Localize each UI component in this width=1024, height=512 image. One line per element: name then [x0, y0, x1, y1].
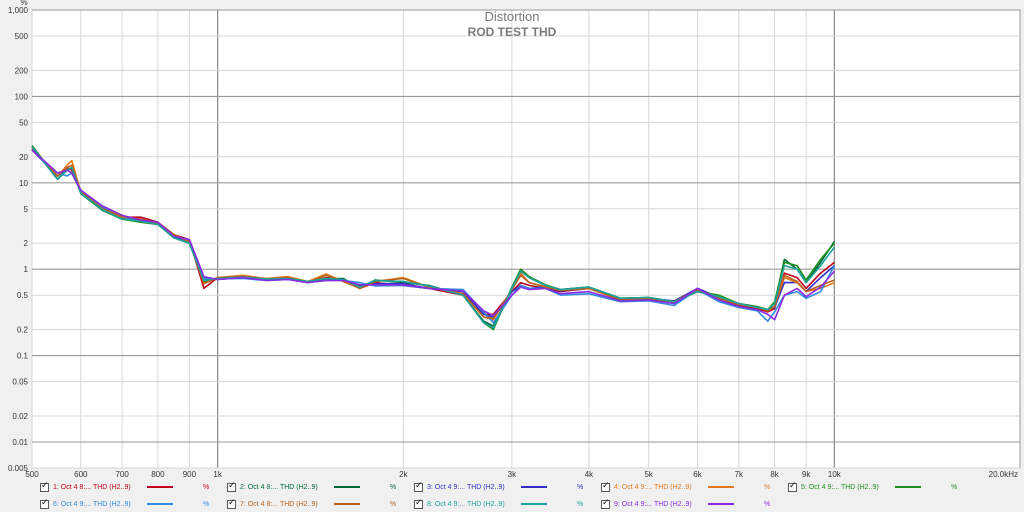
legend-item-9: 9: Oct 4 9:... THD (H2..9)%	[601, 496, 770, 512]
y-tick-label: 20	[19, 153, 28, 162]
x-tick-label: 600	[74, 470, 88, 478]
y-tick-label: 1,000	[8, 6, 29, 15]
y-tick-label: 0.05	[12, 378, 28, 387]
legend-label: 5: Oct 4 9:... THD (H2..9)	[801, 483, 879, 491]
legend-swatch	[521, 486, 547, 488]
legend-swatch	[708, 486, 734, 488]
legend-swatch	[334, 503, 360, 505]
x-tick-label: 8k	[770, 470, 779, 478]
legend-checkbox[interactable]	[414, 481, 423, 492]
legend-checkbox[interactable]	[40, 498, 49, 509]
legend-unit: %	[577, 500, 584, 508]
legend-unit: %	[203, 500, 210, 508]
y-tick-label: 0.5	[17, 291, 29, 300]
x-tick-label: 1k	[213, 470, 222, 478]
legend-label: 4: Oct 4 9:... THD (H2..9)	[614, 483, 692, 491]
legend-swatch	[334, 486, 360, 488]
x-tick-label: 7k	[735, 470, 744, 478]
legend-label: 8: Oct 4 9:... THD (H2..9)	[427, 500, 505, 508]
y-tick-label: 1	[24, 265, 29, 274]
chart-title: Distortion	[485, 9, 540, 24]
x-tick-label: 10k	[828, 470, 842, 478]
legend-item-7: 7: Oct 4 8:... THD (H2..9)%	[227, 496, 396, 512]
legend-unit: %	[390, 483, 397, 491]
legend-swatch	[708, 503, 734, 505]
y-tick-label: 500	[15, 32, 29, 41]
x-tick-label: 4k	[585, 470, 594, 478]
legend-item-5: 5: Oct 4 9:... THD (H2..9)%	[788, 479, 957, 495]
x-tick-label: 5k	[644, 470, 653, 478]
legend-item-2: 2: Oct 4 8:... THD (H2..9)%	[227, 479, 396, 495]
legend-checkbox[interactable]	[601, 481, 610, 492]
legend-label: 2: Oct 4 8:... THD (H2..9)	[240, 483, 318, 491]
legend-item-4: 4: Oct 4 9:... THD (H2..9)%	[601, 479, 770, 495]
legend-unit: %	[577, 483, 584, 491]
y-tick-label: 0.2	[17, 326, 29, 335]
legend-label: 6: Oct 4 9:... THD (H2..9)	[53, 500, 131, 508]
legend: 1: Oct 4 8:... THD (H2..9)%2: Oct 4 8:..…	[40, 478, 1024, 512]
legend-swatch	[895, 486, 921, 488]
legend-checkbox[interactable]	[414, 498, 423, 509]
legend-checkbox[interactable]	[227, 498, 236, 509]
x-tick-label: 2k	[399, 470, 408, 478]
legend-checkbox[interactable]	[788, 481, 797, 492]
legend-checkbox[interactable]	[227, 481, 236, 492]
legend-unit: %	[390, 500, 397, 508]
y-tick-label: 0.01	[12, 438, 28, 447]
y-tick-label: 0.1	[17, 352, 29, 361]
legend-swatch	[147, 503, 173, 505]
legend-label: 7: Oct 4 8:... THD (H2..9)	[240, 500, 318, 508]
distortion-chart: 500 600 700 800 900 1k 2k 3k 4k 5k 6k 7k 8k 9k 10k 20.0…	[0, 0, 1024, 478]
legend-swatch	[521, 503, 547, 505]
legend-unit: %	[951, 483, 958, 491]
y-tick-label: 200	[15, 66, 29, 75]
rew-window: { "chart_data": { "type": "line", "title…	[0, 0, 1024, 512]
x-tick-label: 9k	[802, 470, 811, 478]
legend-item-8: 8: Oct 4 9:... THD (H2..9)%	[414, 496, 583, 512]
y-tick-label: 10	[19, 179, 28, 188]
x-tick-label: 3k	[508, 470, 517, 478]
legend-unit: %	[764, 500, 771, 508]
legend-label: 3: Oct 4 9:... THD (H2..9)	[427, 483, 505, 491]
legend-unit: %	[764, 483, 771, 491]
y-tick-label: 0.02	[12, 412, 28, 421]
legend-label: 9: Oct 4 9:... THD (H2..9)	[614, 500, 692, 508]
x-tick-label: 700	[115, 470, 129, 478]
chart-subtitle: ROD TEST THD	[468, 25, 557, 39]
y-tick-label: 50	[19, 118, 28, 127]
legend-label: 1: Oct 4 8:... THD (H2..9)	[53, 483, 131, 491]
x-tick-label: 20.0kHz	[989, 470, 1018, 478]
y-tick-label: 2	[24, 239, 29, 248]
x-tick-label: 800	[151, 470, 165, 478]
legend-checkbox[interactable]	[601, 498, 610, 509]
legend-item-3: 3: Oct 4 9:... THD (H2..9)%	[414, 479, 583, 495]
y-tick-label: 100	[15, 92, 29, 101]
y-tick-label: 0.005	[8, 464, 29, 473]
legend-unit: %	[203, 483, 210, 491]
x-tick-label: 900	[183, 470, 197, 478]
x-tick-label: 6k	[693, 470, 702, 478]
y-axis-unit-label: %	[20, 0, 27, 7]
legend-checkbox[interactable]	[40, 481, 49, 492]
y-tick-label: 5	[24, 205, 29, 214]
legend-item-6: 6: Oct 4 9:... THD (H2..9)%	[40, 496, 209, 512]
legend-item-1: 1: Oct 4 8:... THD (H2..9)%	[40, 479, 209, 495]
legend-swatch	[147, 486, 173, 488]
